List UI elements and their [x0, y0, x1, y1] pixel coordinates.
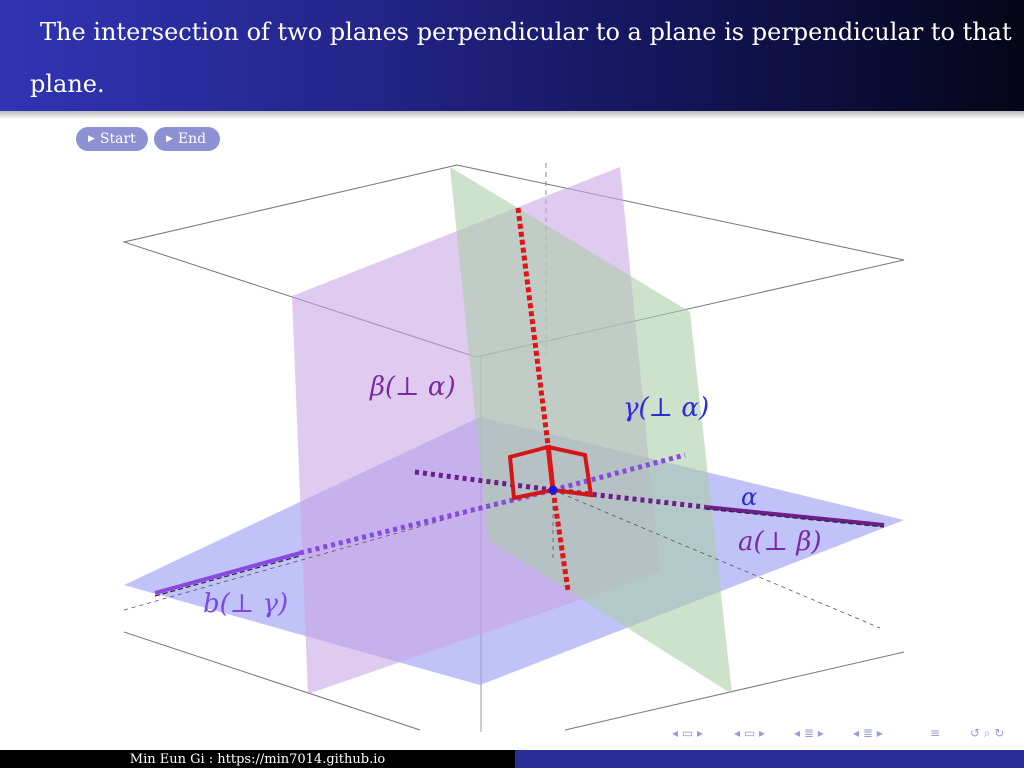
label-line-a: a(⊥ β) — [738, 527, 822, 557]
align-icon[interactable]: ≡ — [930, 726, 940, 742]
prev-frame-icon[interactable]: ◂ ▭ ▸ — [672, 726, 703, 742]
prev-section-icon[interactable]: ◂ ≣ ▸ — [794, 726, 824, 742]
label-alpha: α — [741, 483, 757, 511]
search-icon[interactable]: ↺ ⌕ ↻ — [970, 726, 1004, 742]
label-line-b: b(⊥ γ) — [203, 589, 288, 619]
intersection-point — [548, 485, 558, 495]
footer-bar — [515, 750, 1024, 768]
perpendicular-planes-diagram: β(⊥ α) γ(⊥ α) α a(⊥ β) b(⊥ γ) — [122, 163, 905, 732]
footer-author-text: Min Eun Gi : https://min7014.github.io — [129, 751, 386, 767]
label-gamma: γ(⊥ α) — [623, 393, 709, 423]
footer-author: Min Eun Gi : https://min7014.github.io — [0, 750, 515, 768]
prev-slide-icon[interactable]: ◂ ≣ ▸ — [853, 726, 883, 742]
prev-subsection-icon[interactable]: ◂ ▭ ▸ — [734, 726, 765, 742]
label-beta: β(⊥ α) — [369, 372, 456, 402]
